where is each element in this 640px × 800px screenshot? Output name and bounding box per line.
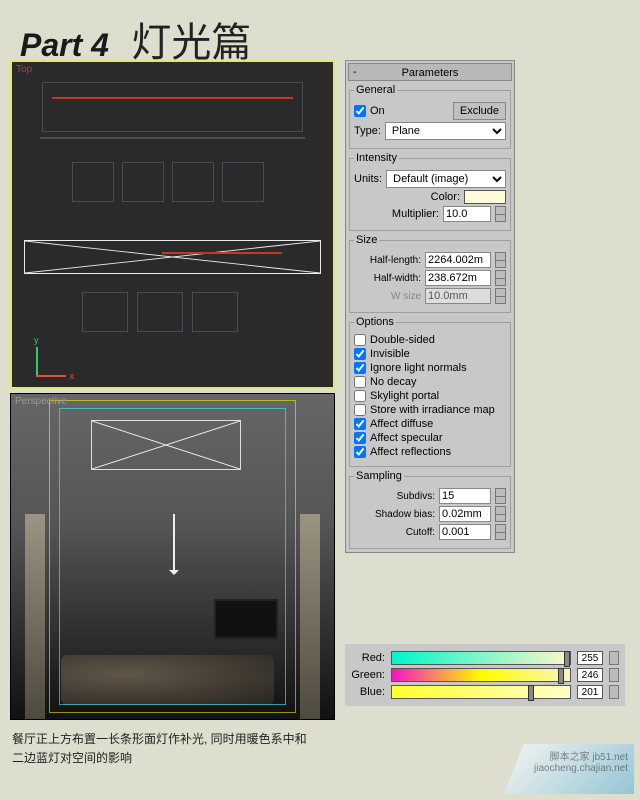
spinner-subdivs[interactable] [495, 488, 506, 504]
select-units[interactable]: Default (image) [386, 170, 506, 188]
label-skylight-portal: Skylight portal [370, 390, 439, 402]
legend-general: General [354, 84, 397, 96]
label-blue: Blue: [351, 686, 385, 698]
checkbox-affect-specular[interactable] [354, 432, 366, 444]
label-affect-reflections: Affect reflections [370, 446, 451, 458]
spinner-half-length[interactable] [495, 252, 506, 268]
label-half-length: Half-length: [363, 255, 421, 266]
light-direction-arrow [173, 514, 175, 574]
legend-sampling: Sampling [354, 470, 404, 482]
spinner-cutoff[interactable] [495, 524, 506, 540]
checkbox-on[interactable] [354, 105, 366, 117]
label-cutoff: Cutoff: [377, 527, 435, 538]
label-half-width: Half-width: [363, 273, 421, 284]
checkbox-affect-reflections[interactable] [354, 446, 366, 458]
label-type: Type: [354, 125, 381, 137]
viewport-perspective[interactable]: Perspective [10, 393, 335, 720]
slider-green[interactable] [391, 668, 571, 682]
parameters-panel: - Parameters General On Exclude Type: Pl… [345, 60, 515, 553]
viewport-label-perspective: Perspective [15, 396, 67, 407]
label-affect-diffuse: Affect diffuse [370, 418, 433, 430]
input-shadow-bias[interactable] [439, 506, 491, 522]
axis-y-label: y [34, 335, 39, 345]
label-green: Green: [351, 669, 385, 681]
label-shadow-bias: Shadow bias: [365, 509, 435, 520]
watermark-line2: jiaocheng.chajian.net [510, 763, 628, 774]
value-green[interactable]: 246 [577, 668, 603, 682]
input-half-width[interactable] [425, 270, 491, 286]
group-intensity: Intensity Units: Default (image) Color: … [349, 152, 511, 231]
viewports-container: Top y x [10, 60, 335, 720]
label-ignore-normals: Ignore light normals [370, 362, 467, 374]
legend-options: Options [354, 316, 396, 328]
label-multiplier: Multiplier: [392, 208, 439, 220]
label-double-sided: Double-sided [370, 334, 435, 346]
slider-red[interactable] [391, 651, 571, 665]
watermark-line1: 脚本之家 jb51.net [510, 748, 628, 763]
label-on: On [370, 105, 385, 117]
spinner-multiplier[interactable] [495, 206, 506, 222]
spinner-half-width[interactable] [495, 270, 506, 286]
rollup-header[interactable]: - Parameters [348, 63, 512, 81]
label-no-decay: No decay [370, 376, 416, 388]
collapse-icon: - [353, 63, 357, 81]
axis-gizmo: y x [36, 347, 66, 377]
select-type[interactable]: Plane [385, 122, 506, 140]
spinner-red[interactable] [609, 651, 619, 665]
watermark: 脚本之家 jb51.net jiaocheng.chajian.net [504, 744, 634, 794]
legend-intensity: Intensity [354, 152, 399, 164]
label-store-irradiance: Store with irradiance map [370, 404, 495, 416]
label-subdivs: Subdivs: [377, 491, 435, 502]
group-options: Options Double-sided Invisible Ignore li… [349, 316, 511, 467]
checkbox-store-irradiance[interactable] [354, 404, 366, 416]
group-general: General On Exclude Type: Plane [349, 84, 511, 149]
checkbox-no-decay[interactable] [354, 376, 366, 388]
checkbox-skylight-portal[interactable] [354, 390, 366, 402]
input-w-size [425, 288, 491, 304]
spinner-blue[interactable] [609, 685, 619, 699]
value-red[interactable]: 255 [577, 651, 603, 665]
input-subdivs[interactable] [439, 488, 491, 504]
axis-x-label: x [70, 371, 75, 381]
exclude-button[interactable]: Exclude [453, 102, 506, 120]
legend-size: Size [354, 234, 379, 246]
color-picker-panel: Red: 255 Green: 246 Blue: 201 [345, 644, 625, 706]
spinner-w-size [495, 288, 506, 304]
checkbox-double-sided[interactable] [354, 334, 366, 346]
rollup-title-label: Parameters [402, 67, 459, 79]
caption-line2: 二边蓝灯对空间的影响 [12, 749, 342, 768]
checkbox-invisible[interactable] [354, 348, 366, 360]
group-size: Size Half-length: Half-width: W size [349, 234, 511, 313]
label-w-size: W size [363, 291, 421, 302]
label-color: Color: [431, 191, 460, 203]
value-blue[interactable]: 201 [577, 685, 603, 699]
viewport-top[interactable]: Top y x [10, 60, 335, 389]
input-multiplier[interactable] [443, 206, 491, 222]
label-invisible: Invisible [370, 348, 410, 360]
input-half-length[interactable] [425, 252, 491, 268]
label-red: Red: [351, 652, 385, 664]
label-units: Units: [354, 173, 382, 185]
slider-blue[interactable] [391, 685, 571, 699]
input-cutoff[interactable] [439, 524, 491, 540]
checkbox-ignore-normals[interactable] [354, 362, 366, 374]
caption-text: 餐厅正上方布置一长条形面灯作补光, 同时用暖色系中和 二边蓝灯对空间的影响 [12, 730, 342, 768]
caption-line1: 餐厅正上方布置一长条形面灯作补光, 同时用暖色系中和 [12, 730, 342, 749]
checkbox-affect-diffuse[interactable] [354, 418, 366, 430]
color-swatch[interactable] [464, 190, 506, 204]
part-label: Part 4 [20, 27, 109, 64]
spinner-shadow-bias[interactable] [495, 506, 506, 522]
top-wireframe [12, 62, 333, 387]
spinner-green[interactable] [609, 668, 619, 682]
label-affect-specular: Affect specular [370, 432, 443, 444]
group-sampling: Sampling Subdivs: Shadow bias: Cutoff: [349, 470, 511, 549]
